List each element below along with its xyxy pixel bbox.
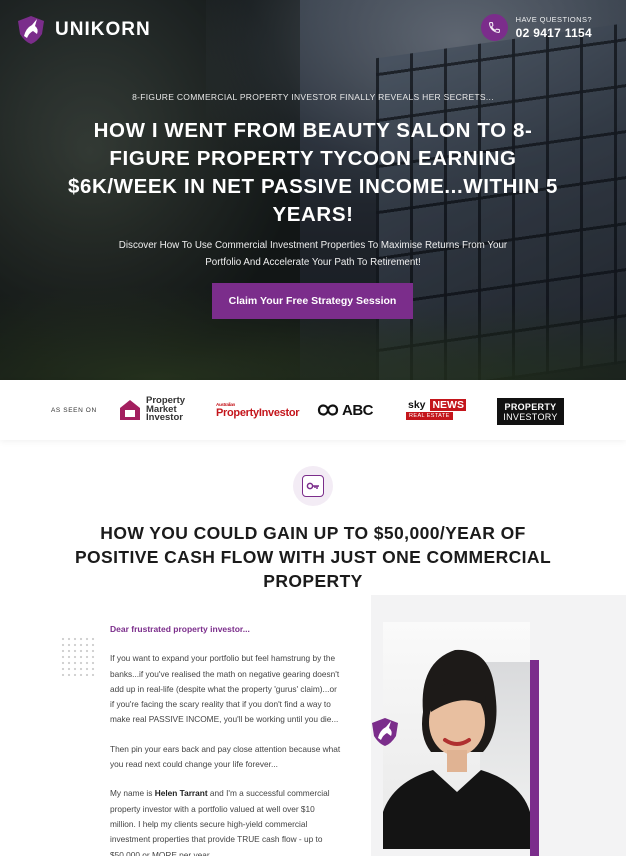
api-wordmark: Australian PropertyInvestor [216,401,300,419]
sky-real-estate-label: REAL ESTATE [406,412,453,420]
sky-news-wordmark: sky NEWS [408,399,466,411]
accent-bar [530,660,539,856]
abc-wordmark: ABC [342,401,374,419]
author-portrait [383,622,530,849]
key-icon [302,475,324,497]
property-market-investor-logo: Property Market Investor [118,394,185,426]
pmi-wordmark: Property Market Investor [146,395,186,424]
decorative-dot-grid [60,636,96,676]
author-name: Helen Tarrant [154,788,208,799]
unicorn-shield-icon [372,718,398,746]
claim-strategy-session-button[interactable]: Claim Your Free Strategy Session [212,283,413,319]
letter-paragraph: My name is Helen Tarrant and I'm a succe… [110,788,330,856]
as-seen-on-bar: AS SEEN ON Property Market Investor Aust… [0,380,626,440]
contact-phone-number[interactable]: 02 9417 1154 [516,26,592,40]
hero-section: UNIKORN HAVE QUESTIONS? 02 9417 1154 8-F… [0,0,626,380]
house-icon [120,400,140,420]
section-title: HOW YOU COULD GAIN UP TO $50,000/YEAR OF… [74,523,552,591]
australian-property-investor-logo: Australian PropertyInvestor [216,394,300,426]
letter-body: Dear frustrated property investor... If … [110,622,342,856]
brand-name: UNIKORN [55,19,151,40]
unicorn-shield-icon [18,16,44,44]
as-seen-on-label: AS SEEN ON [51,407,97,414]
phone-icon[interactable] [480,14,508,41]
sky-news-real-estate-logo: sky NEWS REAL ESTATE [406,394,466,426]
letter-salutation: Dear frustrated property investor... [110,624,250,634]
hero-headline: HOW I WENT FROM BEAUTY SALON TO 8-FIGURE… [67,119,559,226]
hero-subhead: Discover How To Use Commercial Investmen… [118,240,508,268]
portrait-figure [383,649,530,849]
contact-label: HAVE QUESTIONS? [515,15,592,24]
contact-block[interactable]: HAVE QUESTIONS? 02 9417 1154 [480,14,592,41]
letter-paragraph: If you want to expand your portfolio but… [110,653,340,725]
abc-lissajous-icon [317,404,339,416]
hero-kicker: 8-FIGURE COMMERCIAL PROPERTY INVESTOR FI… [132,92,494,102]
key-icon-badge [293,466,333,506]
property-investory-logo: PROPERTY INVESTORY [497,398,564,425]
contact-text: HAVE QUESTIONS? 02 9417 1154 [516,15,592,40]
letter-paragraph: Then pin your ears back and pay close at… [110,743,341,770]
brand-logo[interactable]: UNIKORN [15,14,151,46]
abc-logo: ABC [317,394,374,426]
